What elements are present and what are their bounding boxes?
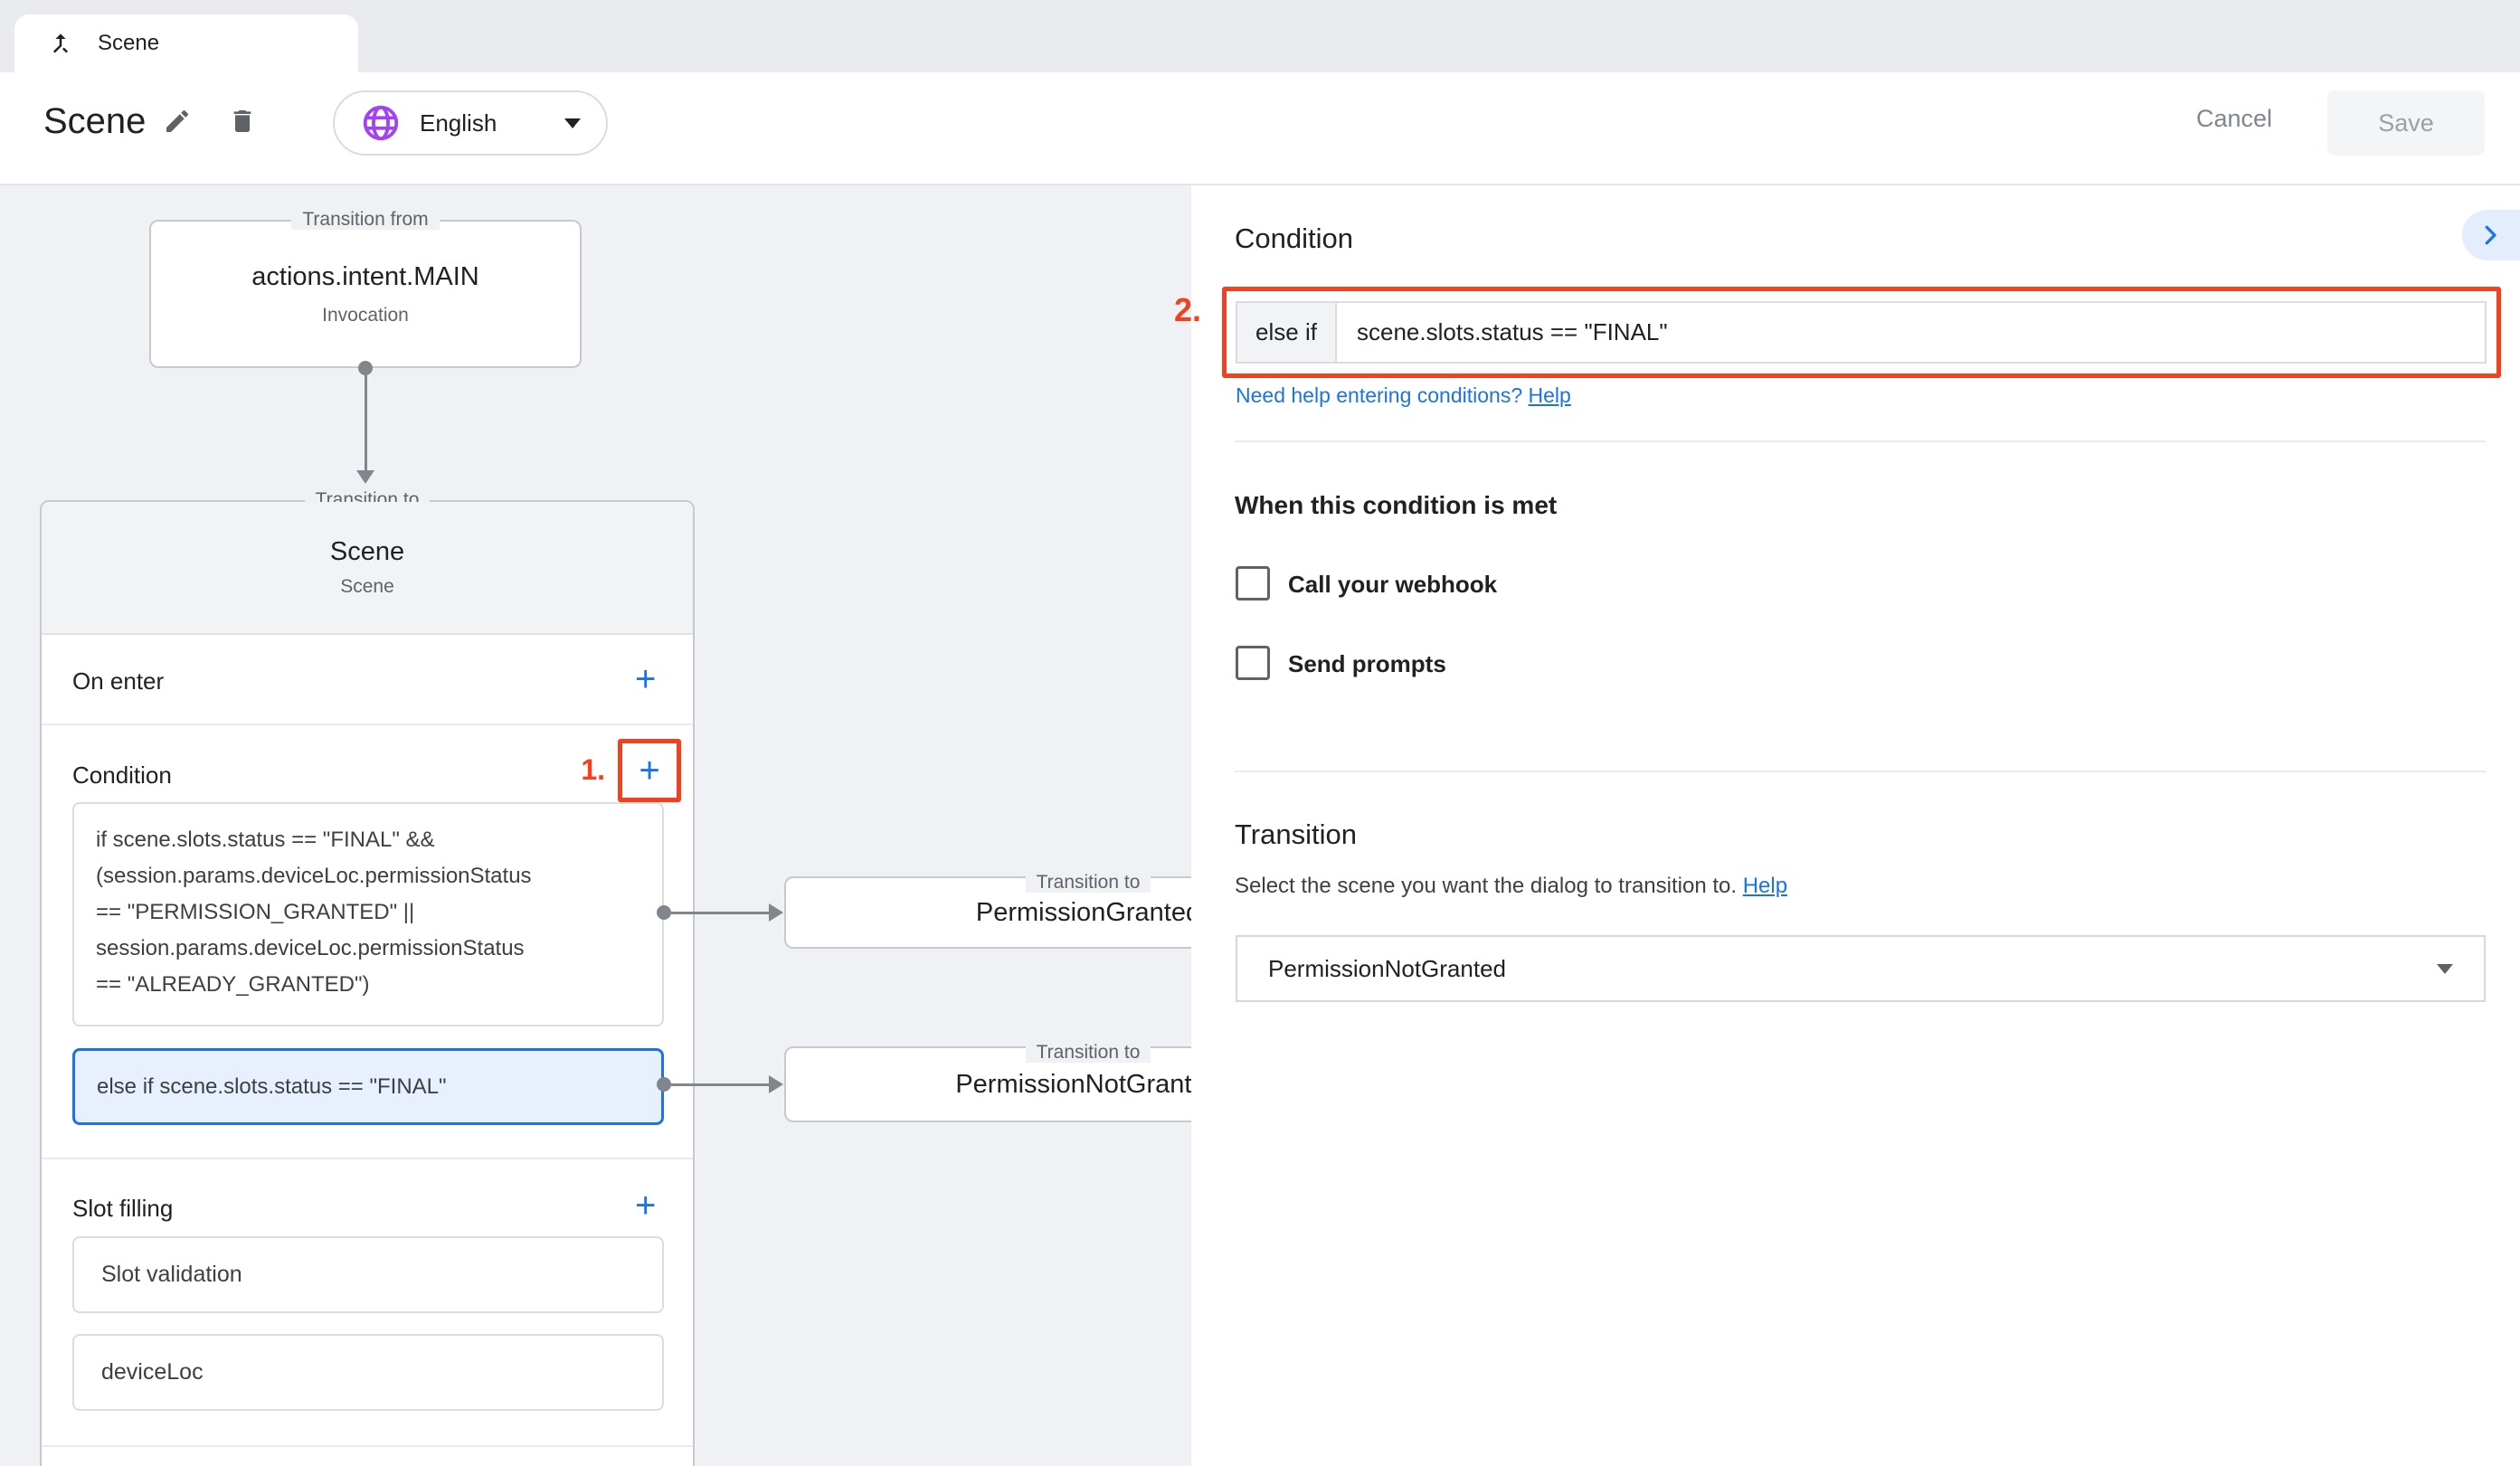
- annotation-2: 2.: [1149, 291, 1201, 329]
- condition-input-group: else if: [1236, 301, 2487, 364]
- flow-canvas: Transition from actions.intent.MAIN Invo…: [0, 185, 1191, 1466]
- connector-dot: [358, 361, 373, 375]
- transition-help-link[interactable]: Help: [1743, 874, 1787, 898]
- arrow-down-icon: [356, 470, 374, 484]
- chevron-right-icon: [2477, 222, 2504, 249]
- arrow-right-icon: [769, 1075, 783, 1093]
- slot-filling-label: Slot filling: [72, 1195, 173, 1223]
- add-condition-button[interactable]: +: [639, 752, 659, 789]
- on-enter-label: On enter: [72, 667, 164, 695]
- slot-validation-item[interactable]: Slot validation: [72, 1236, 664, 1313]
- tab-strip: [0, 0, 2520, 72]
- add-on-enter-button[interactable]: +: [635, 661, 656, 697]
- intent-type: Invocation: [322, 305, 409, 326]
- condition-help-link[interactable]: Help: [1529, 383, 1571, 407]
- merge-icon: [47, 30, 74, 57]
- globe-icon: [360, 102, 402, 144]
- arrow-right-icon: [769, 903, 783, 922]
- section-divider: [42, 1445, 693, 1447]
- scene-card: Transition to Scene Scene On enter + Con…: [40, 500, 695, 1466]
- add-condition-highlight: +: [618, 739, 681, 802]
- condition-item-if[interactable]: if scene.slots.status == "FINAL" && (ses…: [72, 802, 664, 1026]
- tab-scene[interactable]: Scene: [14, 14, 358, 72]
- connector-line: [671, 912, 769, 914]
- language-dropdown[interactable]: English: [333, 90, 608, 156]
- edit-scene-button[interactable]: [157, 101, 197, 141]
- scene-card-title: Scene: [330, 537, 404, 567]
- save-button[interactable]: Save: [2327, 90, 2485, 156]
- transition-description: Select the scene you want the dialog to …: [1235, 874, 1787, 899]
- target-title: PermissionGranted: [976, 898, 1191, 928]
- pencil-icon: [163, 107, 192, 136]
- target-permission-not-granted[interactable]: Transition to PermissionNotGranted: [784, 1046, 1191, 1122]
- caret-down-icon: [2437, 964, 2453, 974]
- connector-dot: [657, 1077, 671, 1092]
- target-title: PermissionNotGranted: [955, 1070, 1191, 1100]
- annotation-1: 1.: [544, 753, 605, 787]
- section-divider: [42, 1158, 693, 1159]
- language-label: English: [420, 109, 546, 137]
- condition-help-line: Need help entering conditions? Help: [1236, 383, 1571, 408]
- transition-from-legend: Transition from: [151, 209, 580, 231]
- scene-card-header[interactable]: Scene Scene: [42, 502, 693, 635]
- else-if-label: else if: [1237, 303, 1337, 362]
- scene-card-subtitle: Scene: [340, 576, 394, 598]
- when-met-heading: When this condition is met: [1235, 491, 1557, 520]
- panel-divider: [1235, 440, 2486, 442]
- target-permission-granted[interactable]: Transition to PermissionGranted: [784, 876, 1191, 949]
- cancel-button[interactable]: Cancel: [2180, 105, 2288, 133]
- condition-heading: Condition: [1235, 222, 1353, 255]
- intent-name: actions.intent.MAIN: [251, 262, 478, 292]
- send-prompts-label: Send prompts: [1288, 650, 1446, 678]
- tab-label: Scene: [98, 31, 159, 56]
- connector-line: [365, 375, 367, 470]
- page-title: Scene: [43, 101, 146, 142]
- add-slot-button[interactable]: +: [635, 1187, 656, 1224]
- connector-dot: [657, 905, 671, 920]
- trash-icon: [228, 107, 257, 136]
- send-prompts-checkbox[interactable]: [1236, 646, 1270, 680]
- condition-expression-input[interactable]: [1337, 303, 2485, 362]
- transition-scene-value: PermissionNotGranted: [1268, 955, 1506, 983]
- call-webhook-label: Call your webhook: [1288, 571, 1497, 599]
- condition-item-else-if[interactable]: else if scene.slots.status == "FINAL": [72, 1048, 664, 1125]
- collapse-panel-button[interactable]: [2462, 210, 2520, 260]
- condition-label: Condition: [72, 761, 172, 790]
- target-legend: Transition to: [786, 1036, 1191, 1065]
- delete-scene-button[interactable]: [223, 101, 262, 141]
- transition-from-box[interactable]: Transition from actions.intent.MAIN Invo…: [149, 220, 582, 368]
- transition-scene-select[interactable]: PermissionNotGranted: [1236, 935, 2486, 1002]
- connector-line: [671, 1083, 769, 1086]
- target-legend: Transition to: [786, 865, 1191, 895]
- section-divider: [42, 724, 693, 725]
- caret-down-icon: [564, 118, 581, 128]
- call-webhook-checkbox[interactable]: [1236, 566, 1270, 601]
- transition-heading: Transition: [1235, 818, 1357, 851]
- panel-divider: [1235, 771, 2486, 772]
- slot-deviceloc-item[interactable]: deviceLoc: [72, 1334, 664, 1411]
